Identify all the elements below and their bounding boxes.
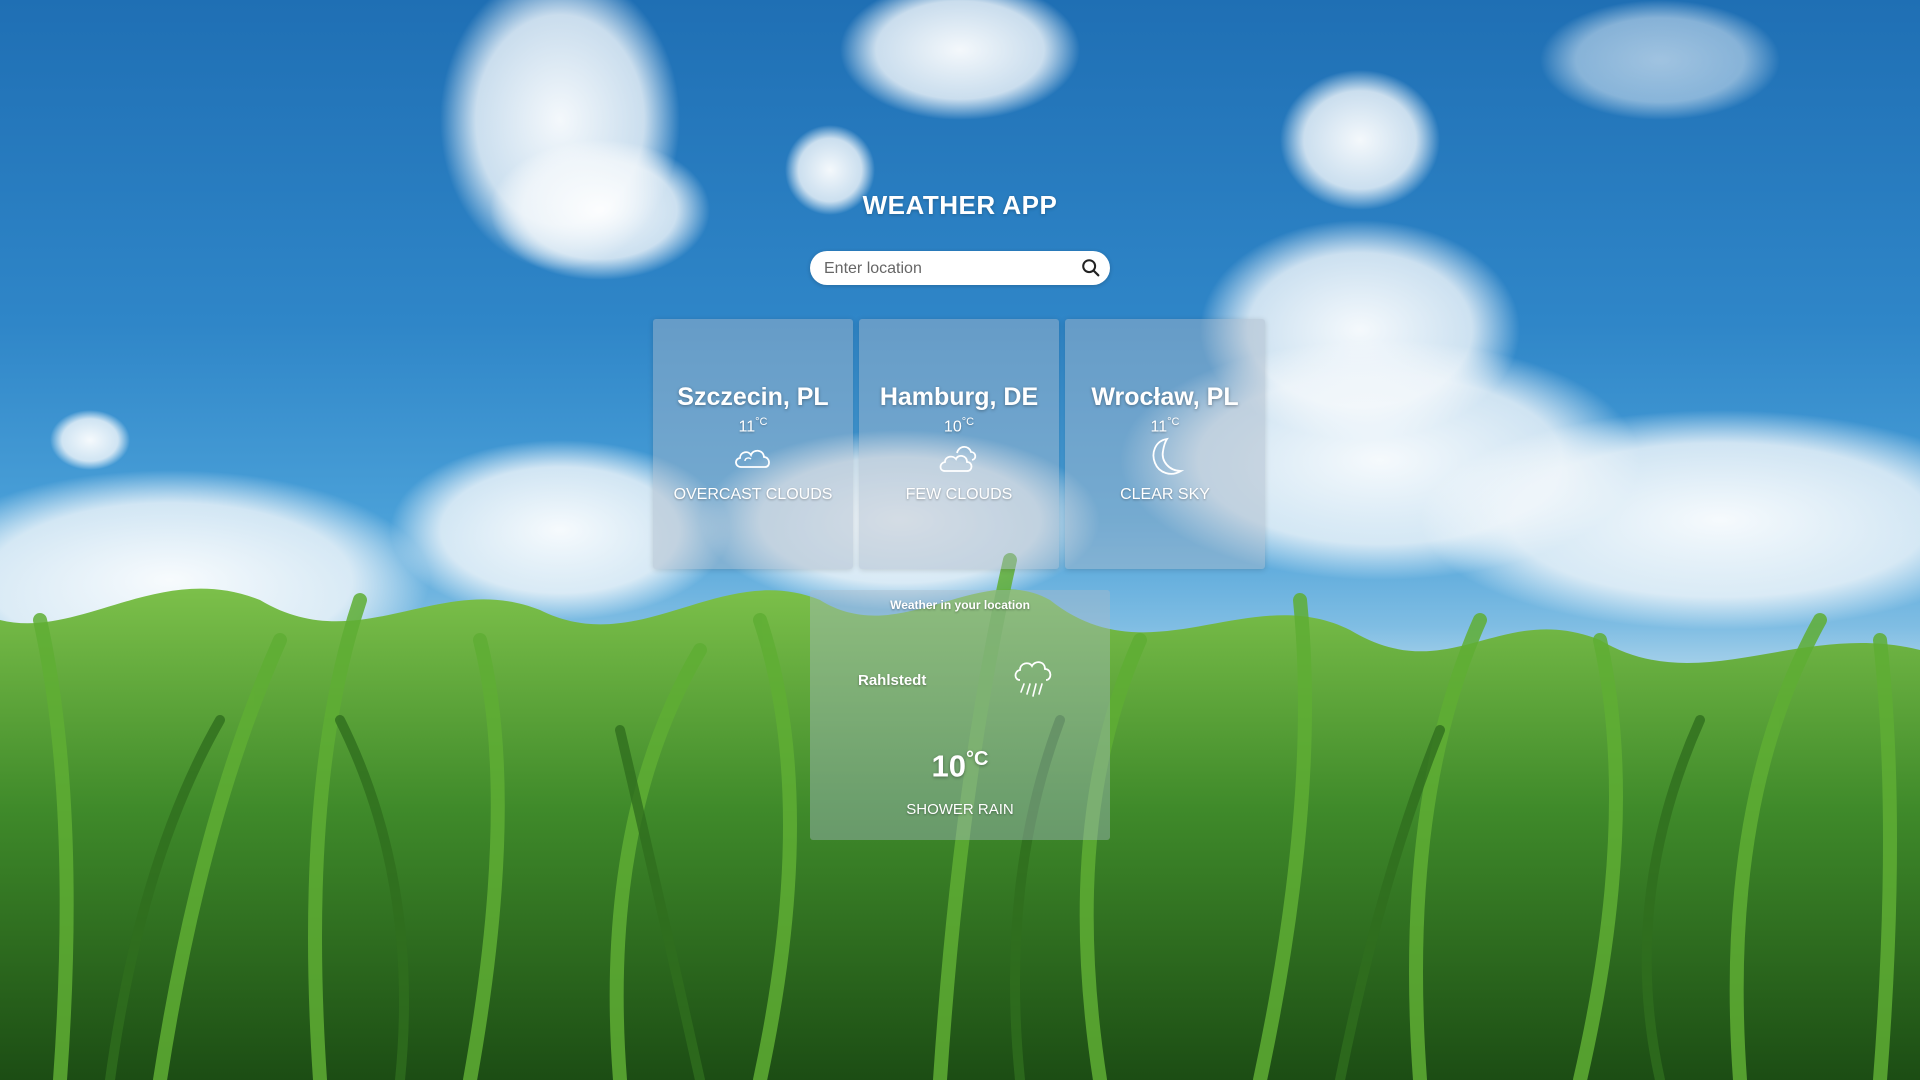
weather-description: FEW CLOUDS: [905, 486, 1013, 503]
city-name: Szczecin, PL: [677, 383, 829, 411]
weather-description: CLEAR SKY: [1120, 486, 1210, 503]
city-temperature: 10°C: [943, 416, 975, 436]
city-card[interactable]: Szczecin, PL 11°C OVERCAST CLOUDS: [653, 319, 853, 569]
search-bar: [810, 251, 1110, 287]
search-input[interactable]: [822, 251, 1066, 287]
city-temperature: 11°C: [1150, 416, 1180, 436]
overcast-clouds-icon: [735, 449, 770, 468]
background-scene: WEATHER APP Szczecin, PL 11°C OVERCAST C…: [0, 0, 1920, 1080]
local-weather-description: SHOWER RAIN: [906, 801, 1014, 818]
weather-description: OVERCAST CLOUDS: [673, 486, 833, 503]
local-temperature: 10°C: [931, 748, 989, 784]
city-name: Wrocław, PL: [1091, 383, 1239, 411]
city-temperature: 11°C: [738, 416, 768, 436]
city-card[interactable]: Wrocław, PL 11°C CLEAR SKY: [1065, 319, 1265, 569]
local-weather-heading: Weather in your location: [890, 598, 1030, 612]
few-clouds-icon: [939, 445, 977, 472]
local-place-name: Rahlstedt: [858, 672, 927, 689]
city-name: Hamburg, DE: [879, 383, 1039, 411]
city-cards: Szczecin, PL 11°C OVERCAST CLOUDS Hambur…: [653, 319, 1265, 569]
app-title: WEATHER APP: [862, 190, 1058, 220]
city-card[interactable]: Hamburg, DE 10°C FEW CLOUDS: [859, 319, 1059, 569]
local-weather-panel: Weather in your location Rahlstedt 10°C …: [810, 590, 1110, 840]
moon-icon: [1152, 437, 1185, 475]
weather-app: WEATHER APP Szczecin, PL 11°C OVERCAST C…: [0, 0, 1920, 1080]
shower-rain-icon: [1014, 661, 1052, 697]
search-icon[interactable]: [1080, 257, 1102, 279]
